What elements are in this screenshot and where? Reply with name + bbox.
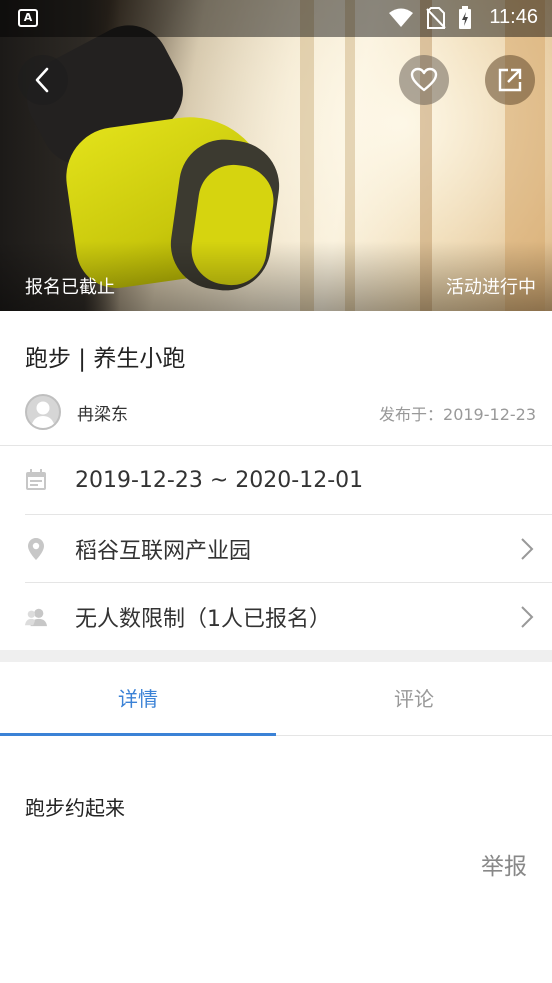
wifi-icon — [389, 8, 413, 27]
user-silhouette-icon — [31, 401, 55, 428]
avatar[interactable] — [25, 394, 61, 430]
date-range: 2019-12-23 ~ 2020-12-01 — [75, 467, 364, 493]
active-tab-indicator — [0, 733, 276, 736]
external-link-icon — [498, 68, 522, 92]
event-info: 跑步 | 养生小跑 冉梁东 发布于：2019-12-23 — [0, 311, 552, 445]
registration-status-label: 报名已截止 — [25, 277, 115, 298]
tab-details[interactable]: 详情 — [0, 662, 276, 735]
share-button[interactable] — [485, 55, 535, 105]
publish-date-value: 2019-12-23 — [443, 405, 536, 424]
no-sim-icon — [426, 7, 446, 29]
chevron-right-icon — [521, 606, 534, 628]
status-time: 11:46 — [489, 6, 538, 28]
page-title: 跑步 | 养生小跑 — [25, 346, 186, 372]
date-row: 2019-12-23 ~ 2020-12-01 — [25, 446, 552, 514]
calendar-icon — [25, 469, 47, 491]
event-description: 跑步约起来 — [25, 796, 125, 820]
author-name[interactable]: 冉梁东 — [77, 400, 128, 425]
app-notification-icon: A — [18, 9, 38, 27]
heart-icon — [410, 67, 438, 92]
status-bar: A 11:46 — [0, 0, 552, 37]
participants-row[interactable]: 无人数限制（1人已报名） — [25, 582, 552, 650]
back-button[interactable] — [18, 55, 68, 105]
people-icon — [25, 606, 47, 628]
battery-charging-icon — [459, 6, 471, 29]
chevron-left-icon — [35, 67, 49, 93]
report-button[interactable]: 举报 — [481, 847, 527, 881]
status-icons — [388, 6, 472, 30]
section-gap — [0, 650, 552, 662]
location-text: 稻谷互联网产业园 — [75, 538, 252, 564]
author-row: 冉梁东 发布于：2019-12-23 — [25, 379, 552, 445]
publish-prefix: 发布于： — [379, 405, 444, 424]
location-pin-icon — [25, 537, 47, 560]
participants-text: 无人数限制（1人已报名） — [75, 606, 331, 632]
favorite-button[interactable] — [399, 55, 449, 105]
event-status-label: 活动进行中 — [446, 277, 536, 298]
chevron-right-icon — [521, 538, 534, 560]
hero-banner: A 11:46 报名已截止 活动进行中 — [0, 0, 552, 311]
tab-bar: 详情 评论 — [0, 662, 552, 736]
location-row[interactable]: 稻谷互联网产业园 — [25, 514, 552, 582]
publish-date: 发布于：2019-12-23 — [379, 401, 536, 425]
tab-comments[interactable]: 评论 — [276, 662, 552, 735]
